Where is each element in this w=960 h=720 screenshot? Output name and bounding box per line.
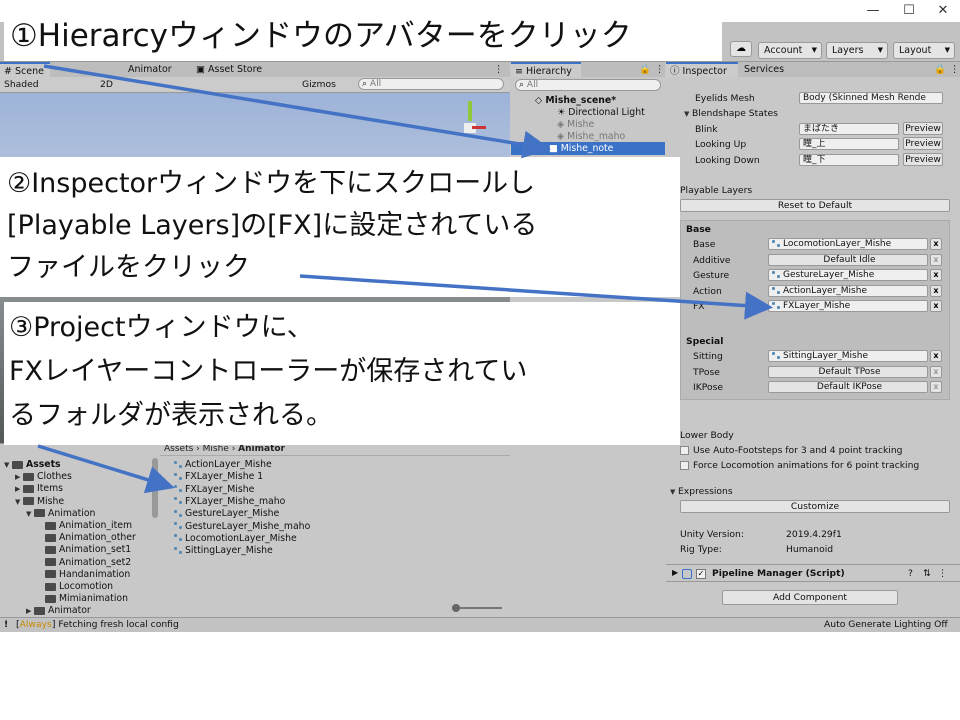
annotation-arrows	[37, 64, 773, 494]
arrow-to-project	[37, 444, 175, 494]
arrow-to-fx-field	[299, 274, 773, 320]
arrow-to-hierarchy	[43, 64, 551, 159]
